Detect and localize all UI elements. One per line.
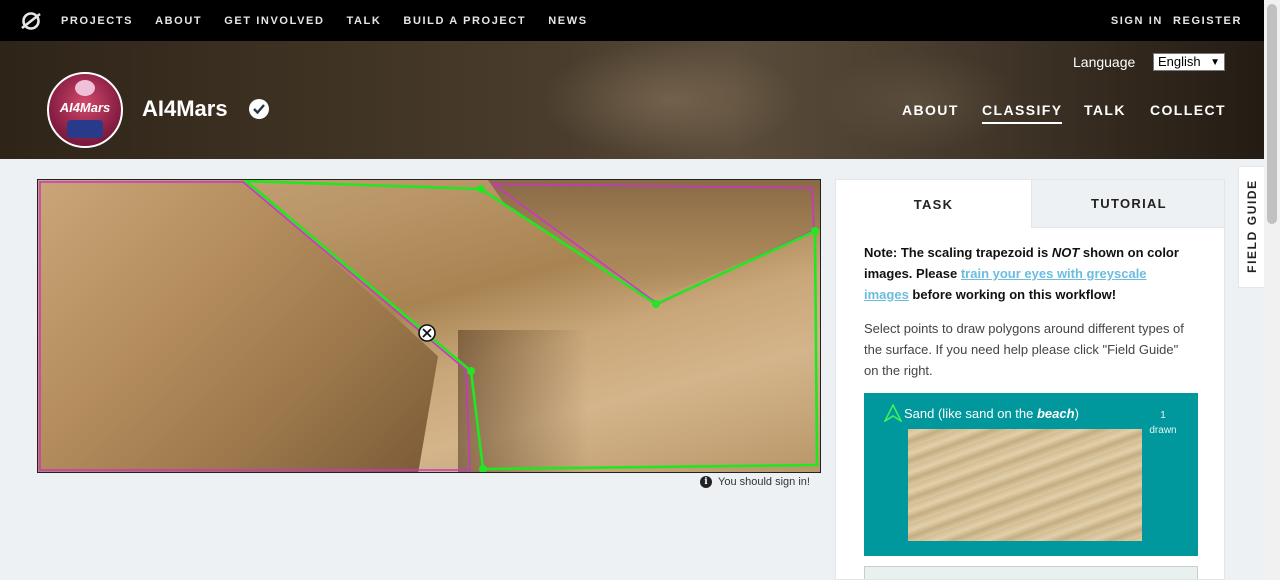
task-panel: TASK TUTORIAL Note: The scaling trapezoi… [835,179,1225,580]
task-instructions: Select points to draw polygons around di… [864,321,1184,378]
auth-links: SIGN IN REGISTER [1101,0,1242,41]
note-emphasis: NOT [1051,245,1080,260]
site-links: PROJECTS ABOUT GET INVOLVED TALK BUILD A… [61,0,610,41]
nav-build-a-project[interactable]: BUILD A PROJECT [403,15,526,27]
polygon-tool-icon [884,404,902,422]
nav-about[interactable]: ABOUT [155,15,202,27]
delete-polygon-icon[interactable] [418,324,436,342]
tool-drawn-count: 1 drawn [1149,410,1177,436]
avatar-graphic [75,80,95,96]
magenta-polygon-left[interactable] [39,181,471,471]
header-background-detail [820,51,1020,151]
project-nav-about[interactable]: ABOUT [902,102,959,118]
top-nav: PROJECTS ABOUT GET INVOLVED TALK BUILD A… [0,0,1264,41]
polygon-vertex[interactable] [467,367,475,375]
register-link[interactable]: REGISTER [1173,15,1242,27]
panel-tabs: TASK TUTORIAL [836,180,1224,228]
project-nav-collect[interactable]: COLLECT [1150,102,1226,118]
header-background [540,41,800,159]
tab-task[interactable]: TASK [836,180,1031,228]
field-guide-button[interactable]: FIELD GUIDE [1238,166,1264,288]
scrollbar-thumb[interactable] [1267,4,1277,224]
sign-in-notice-text: You should sign in! [718,476,810,488]
note-text-prefix: Note: The scaling trapezoid is [864,245,1052,260]
polygon-vertex[interactable] [479,465,487,473]
project-title[interactable]: AI4Mars [142,96,228,122]
project-nav-classify[interactable]: CLASSIFY [982,102,1063,124]
avatar-rover-graphic [67,120,103,138]
tab-tutorial[interactable]: TUTORIAL [1031,180,1224,228]
polygon-vertex[interactable] [811,227,819,235]
tool-label: Sand (like sand on the beach) [904,406,1079,421]
page-scrollbar[interactable] [1264,0,1280,580]
field-guide-label: FIELD GUIDE [1245,179,1259,273]
sign-in-link[interactable]: SIGN IN [1111,15,1163,27]
project-nav-talk[interactable]: TALK [1084,102,1126,118]
tool-option-sand[interactable]: Sand (like sand on the beach) 1 drawn [864,393,1198,556]
nav-projects[interactable]: PROJECTS [61,15,133,27]
avatar-logo-text: AI4Mars [59,100,111,115]
nav-get-involved[interactable]: GET INVOLVED [224,15,324,27]
language-label: Language [1073,54,1136,70]
polygon-vertex[interactable] [477,185,485,193]
green-polygon[interactable] [242,180,819,471]
nav-talk[interactable]: TALK [347,15,382,27]
zooniverse-logo-icon[interactable] [20,10,42,32]
polygon-vertex[interactable] [652,300,660,308]
nav-news[interactable]: NEWS [548,15,587,27]
info-icon: i [700,476,712,488]
note-text-suffix: before working on this workflow! [908,287,1117,302]
magenta-polygon-right[interactable] [490,183,815,305]
language-select-value: English [1158,54,1201,69]
tool-option-next[interactable] [864,566,1198,579]
drawing-overlay[interactable] [38,180,821,473]
verified-badge-icon [249,99,269,119]
project-avatar[interactable]: AI4Mars [47,72,123,148]
subject-image[interactable] [37,179,821,473]
language-select[interactable]: English ▼ [1153,53,1225,71]
chevron-down-icon: ▼ [1210,57,1220,68]
tool-example-image [908,429,1142,541]
task-note: Note: The scaling trapezoid is NOT shown… [864,242,1184,305]
sign-in-notice: i You should sign in! [700,476,810,488]
